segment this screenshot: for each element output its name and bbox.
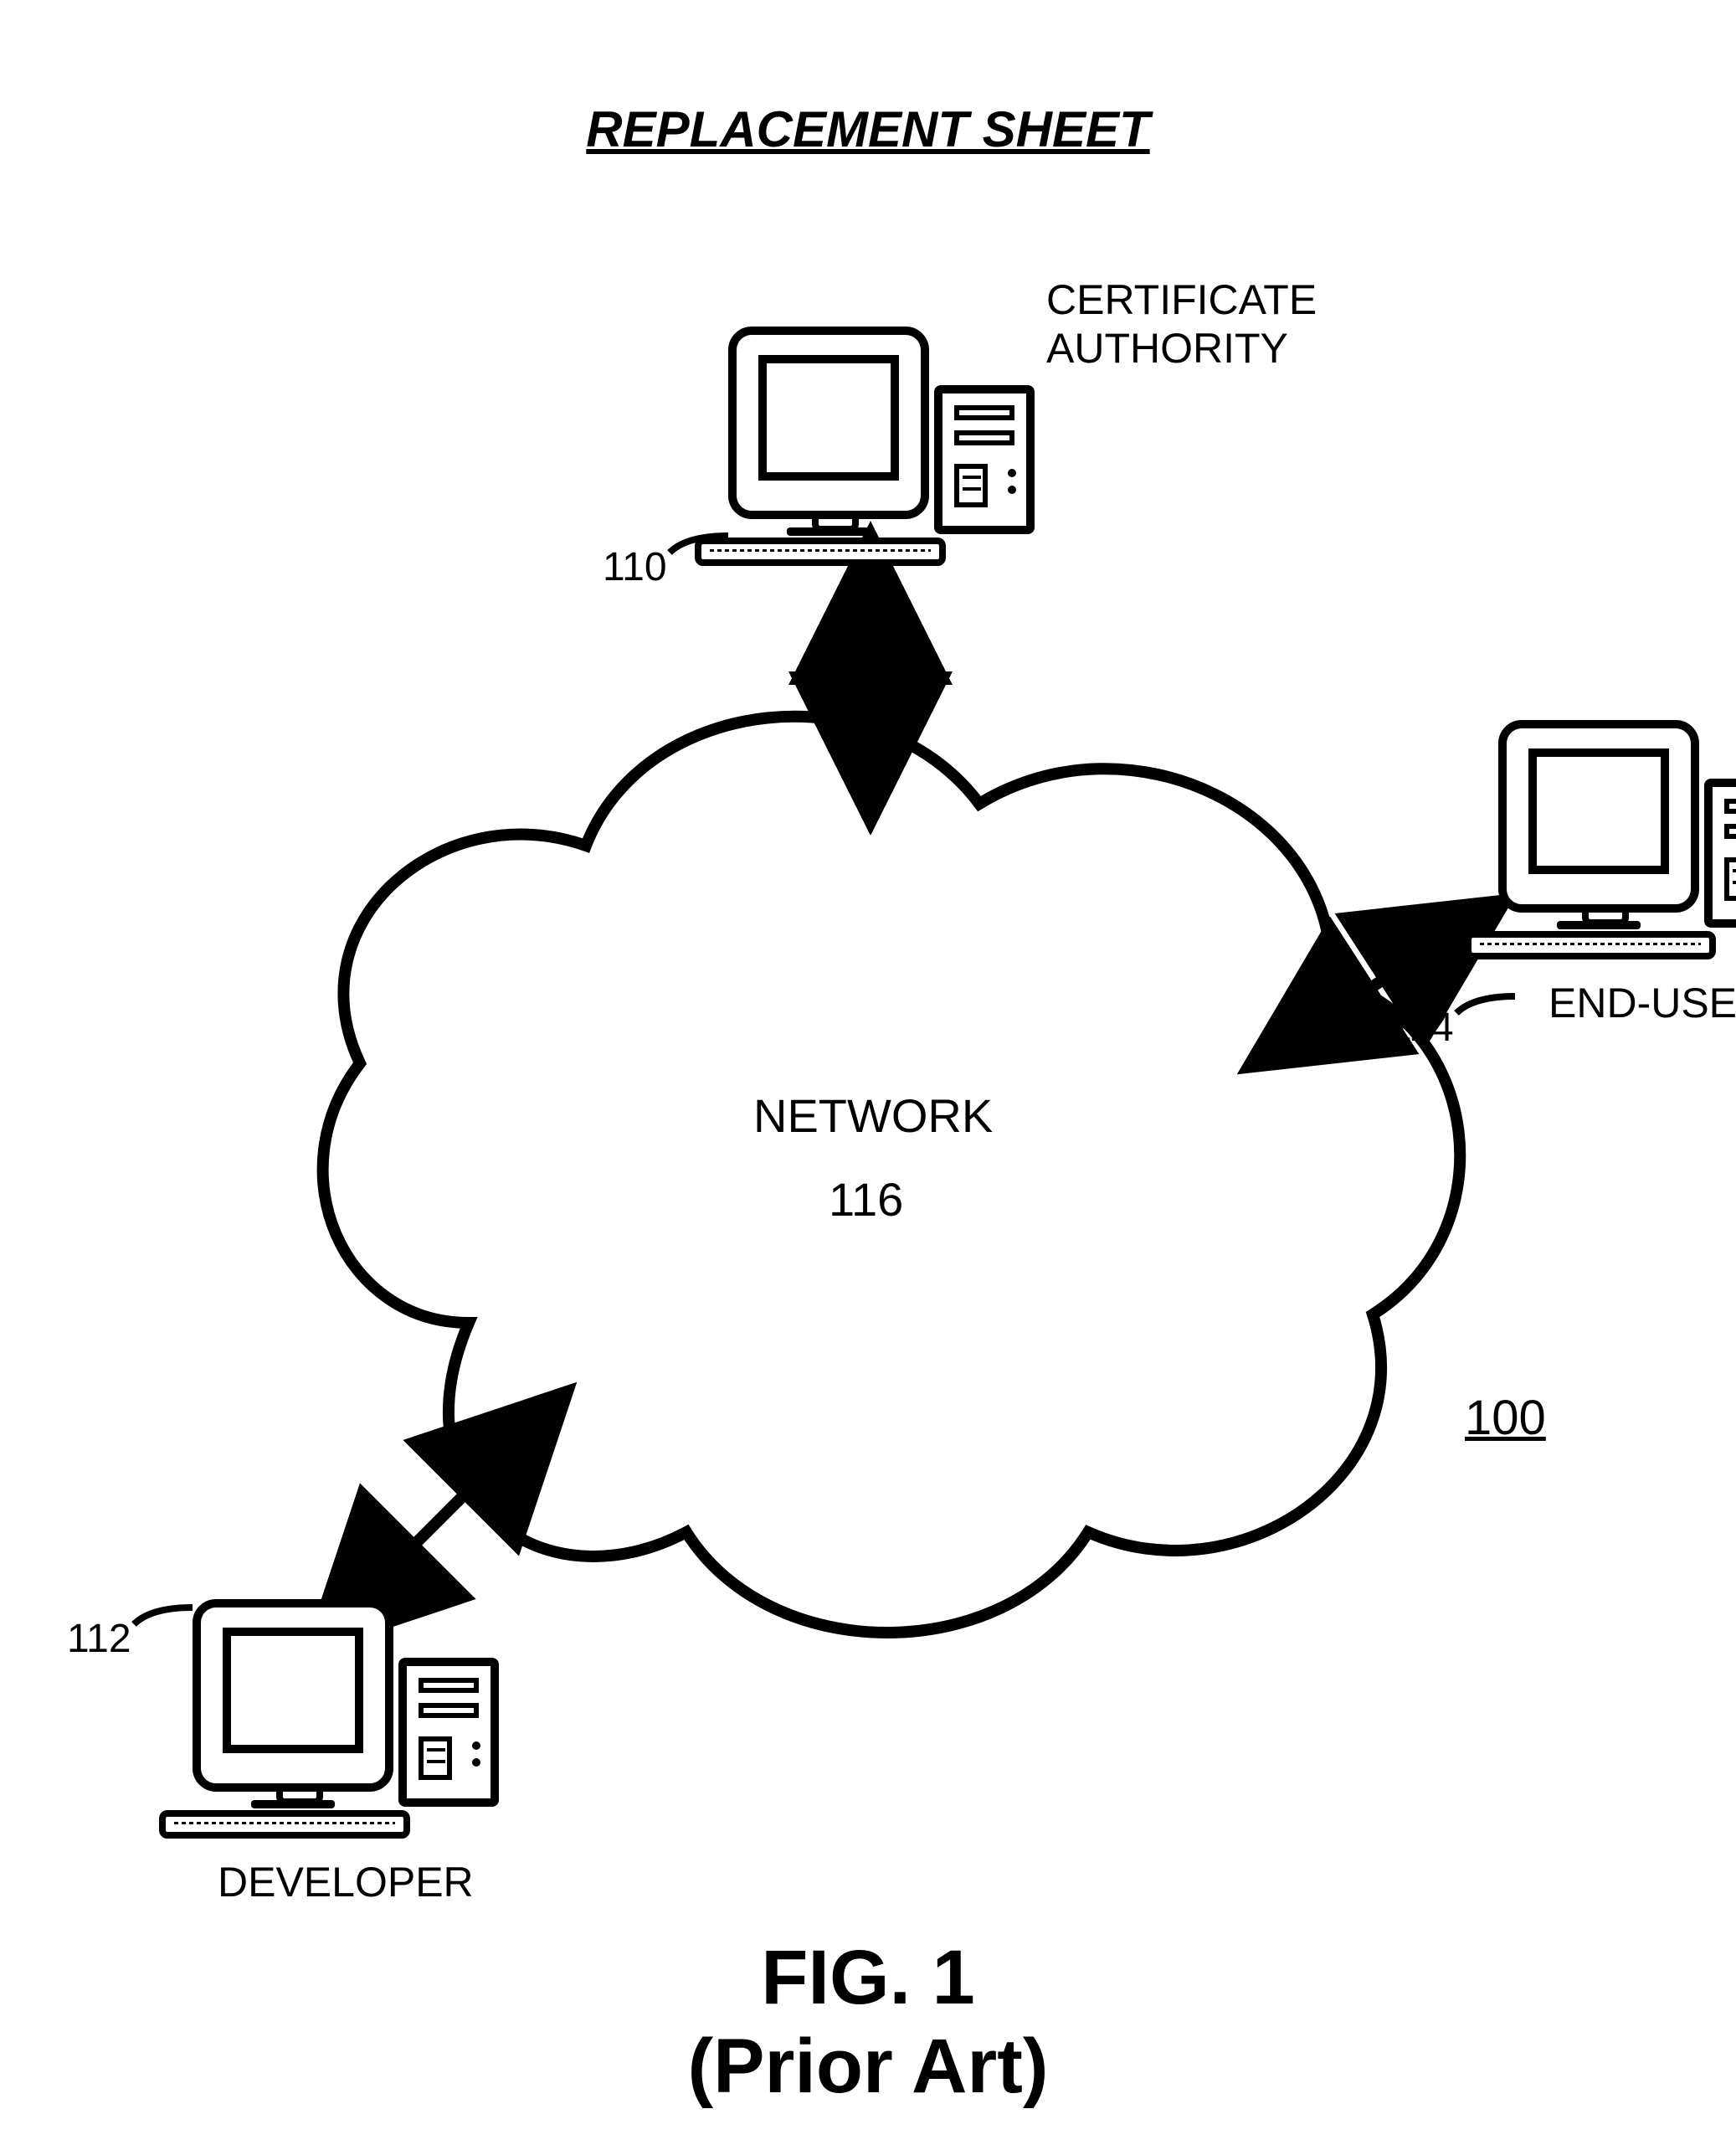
monitor-icon <box>1498 720 1699 913</box>
screen-icon <box>758 355 899 481</box>
diagram-reference: 100 <box>1465 1390 1546 1446</box>
computer-developer <box>193 1599 511 1850</box>
leader-user <box>1456 996 1515 1013</box>
monitor-stand-icon <box>787 517 871 536</box>
screen-icon <box>223 1628 363 1753</box>
label-certificate-authority: CERTIFICATE AUTHORITY <box>1046 276 1317 373</box>
ref-end-user: 114 <box>1389 1005 1454 1051</box>
tower-icon <box>1704 779 1736 928</box>
ref-developer: 112 <box>67 1616 131 1662</box>
computer-certificate-authority <box>728 327 1046 578</box>
monitor-icon <box>728 327 929 519</box>
monitor-stand-icon <box>251 1790 335 1808</box>
tower-icon <box>398 1658 499 1807</box>
screen-icon <box>1528 748 1669 874</box>
label-developer: DEVELOPER <box>218 1859 474 1907</box>
tower-icon <box>934 385 1035 534</box>
label-end-user: END-USER <box>1549 980 1736 1028</box>
figure-subtitle: (Prior Art) <box>0 2023 1736 2112</box>
arrow-developer-network <box>360 1440 519 1599</box>
figure-caption: FIG. 1 (Prior Art) <box>0 1934 1736 2112</box>
keyboard-icon <box>695 538 946 566</box>
page-header: REPLACEMENT SHEET <box>0 100 1736 158</box>
ref-network: 116 <box>829 1172 903 1227</box>
label-network: NETWORK <box>753 1088 971 1143</box>
ref-ca: 110 <box>603 544 667 590</box>
computer-end-user <box>1498 720 1736 971</box>
keyboard-icon <box>159 1810 410 1839</box>
figure-number: FIG. 1 <box>0 1934 1736 2023</box>
keyboard-icon <box>1465 931 1716 959</box>
monitor-icon <box>193 1599 393 1792</box>
monitor-stand-icon <box>1557 911 1641 929</box>
leader-dev <box>134 1607 193 1624</box>
diagram-stage: REPLACEMENT SHEET <box>0 0 1736 2145</box>
